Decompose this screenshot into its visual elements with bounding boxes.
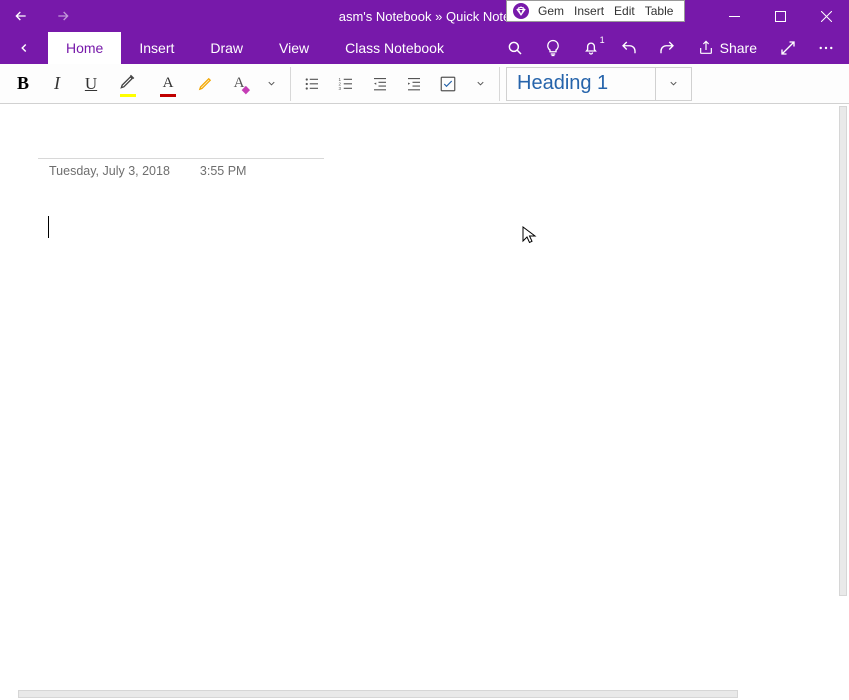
window-title: asm's Notebook » Quick Note (339, 9, 511, 24)
svg-text:3: 3 (339, 86, 342, 91)
tab-insert[interactable]: Insert (121, 32, 192, 64)
style-selector[interactable]: Heading 1 (506, 67, 656, 101)
maximize-button[interactable] (757, 0, 803, 32)
tab-home[interactable]: Home (48, 32, 121, 64)
numbered-list-button[interactable]: 123 (329, 64, 363, 104)
format-painter-button[interactable] (188, 64, 222, 104)
minimize-button[interactable] (711, 0, 757, 32)
more-button[interactable] (809, 32, 843, 64)
vertical-scrollbar[interactable] (839, 106, 847, 596)
right-tool-group: 1 Share (498, 32, 849, 64)
nav-back-button[interactable] (0, 0, 42, 32)
gem-menu-edit[interactable]: Edit (609, 2, 640, 20)
indent-button[interactable] (397, 64, 431, 104)
nav-forward-button[interactable] (42, 0, 84, 32)
page-header: Tuesday, July 3, 2018 3:55 PM (38, 158, 324, 178)
font-more-dropdown[interactable] (256, 78, 286, 89)
gem-menu-gem[interactable]: Gem (533, 2, 569, 20)
redo-button[interactable] (650, 32, 684, 64)
highlight-button[interactable] (108, 64, 148, 104)
page-canvas[interactable]: Tuesday, July 3, 2018 3:55 PM (0, 104, 849, 700)
page-date: Tuesday, July 3, 2018 (49, 164, 170, 178)
search-button[interactable] (498, 32, 532, 64)
ribbon-home: B I U A A◆ 123 Heading 1 (0, 64, 849, 104)
gem-addon-menu: Gem Insert Edit Table (506, 0, 685, 22)
ribbon-tab-bar: Home Insert Draw View Class Notebook 1 S… (0, 32, 849, 64)
tell-me-button[interactable] (536, 32, 570, 64)
outdent-button[interactable] (363, 64, 397, 104)
text-cursor (48, 216, 49, 238)
page-time: 3:55 PM (200, 164, 247, 178)
tab-view[interactable]: View (261, 32, 327, 64)
todo-tag-button[interactable] (431, 64, 465, 104)
mouse-cursor-icon (522, 226, 538, 246)
font-color-button[interactable]: A (148, 64, 188, 104)
fullscreen-button[interactable] (771, 32, 805, 64)
clear-formatting-button[interactable]: A◆ (222, 64, 256, 104)
tab-draw[interactable]: Draw (192, 32, 261, 64)
bullet-list-button[interactable] (295, 64, 329, 104)
horizontal-scrollbar[interactable] (18, 690, 738, 698)
underline-button[interactable]: U (74, 64, 108, 104)
share-button[interactable]: Share (688, 32, 767, 64)
close-button[interactable] (803, 0, 849, 32)
tab-class-notebook[interactable]: Class Notebook (327, 32, 462, 64)
gem-menu-insert[interactable]: Insert (569, 2, 609, 20)
italic-button[interactable]: I (40, 64, 74, 104)
paragraph-more-dropdown[interactable] (465, 78, 495, 89)
share-label: Share (720, 40, 757, 56)
style-selector-dropdown[interactable] (656, 67, 692, 101)
title-bar: asm's Notebook » Quick Note (0, 0, 849, 32)
notification-badge: 1 (600, 35, 605, 45)
nav-pane-toggle[interactable] (0, 32, 48, 64)
gem-icon (513, 3, 529, 19)
notifications-button[interactable]: 1 (574, 32, 608, 64)
window-controls (711, 0, 849, 32)
undo-button[interactable] (612, 32, 646, 64)
bold-button[interactable]: B (6, 64, 40, 104)
gem-menu-table[interactable]: Table (640, 2, 679, 20)
